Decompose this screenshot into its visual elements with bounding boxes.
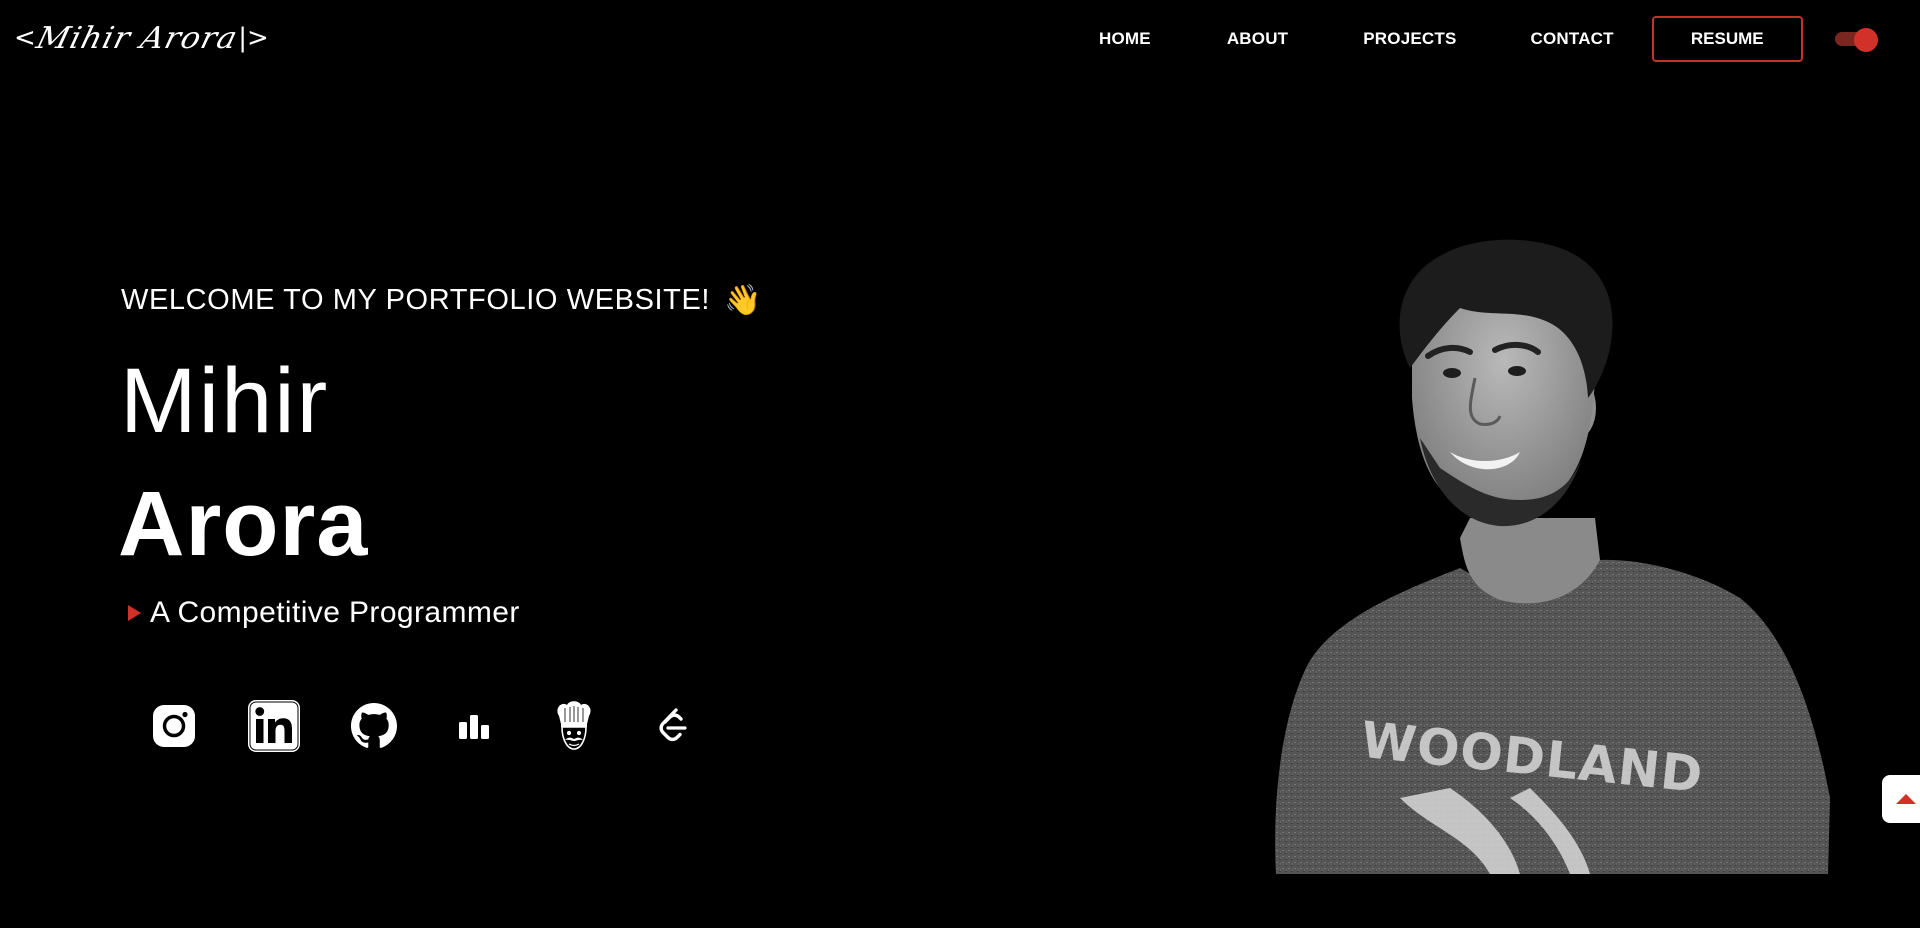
main-nav: HOME ABOUT PROJECTS CONTACT RESUME: [1099, 15, 1803, 63]
nav-home[interactable]: HOME: [1099, 29, 1151, 49]
github-icon[interactable]: [346, 698, 402, 754]
waving-hand-icon: 👋: [724, 284, 763, 317]
play-triangle-icon: [128, 605, 141, 621]
welcome-heading: WELCOME TO MY PORTFOLIO WEBSITE! 👋: [121, 283, 762, 318]
tagline-text: A Competitive Programmer: [150, 596, 520, 629]
scroll-to-top-button[interactable]: [1882, 775, 1920, 823]
codechef-icon[interactable]: [546, 698, 602, 754]
first-name: Mihir: [120, 350, 330, 452]
logo[interactable]: < Mihir Arora |>: [14, 10, 269, 66]
arrow-up-icon: [1896, 794, 1916, 804]
last-name: Arora: [118, 473, 369, 575]
profile-photo: WOODLAND: [1270, 238, 1830, 874]
instagram-icon[interactable]: [146, 698, 202, 754]
nav-projects[interactable]: PROJECTS: [1363, 29, 1456, 49]
logo-open-bracket: <: [14, 23, 36, 53]
nav-contact[interactable]: CONTACT: [1531, 29, 1614, 49]
codeforces-icon[interactable]: [446, 698, 502, 754]
social-links: [146, 698, 702, 754]
nav-about[interactable]: ABOUT: [1227, 29, 1288, 49]
welcome-text: WELCOME TO MY PORTFOLIO WEBSITE!: [121, 284, 711, 316]
logo-close-bracket: |>: [238, 23, 269, 53]
theme-toggle[interactable]: [1835, 28, 1879, 52]
leetcode-icon[interactable]: [646, 698, 702, 754]
logo-signature: Mihir Arora: [32, 20, 242, 56]
linkedin-icon[interactable]: [246, 698, 302, 754]
theme-toggle-knob: [1854, 28, 1878, 52]
resume-button[interactable]: RESUME: [1651, 16, 1803, 62]
tagline: A Competitive Programmer: [128, 596, 520, 630]
